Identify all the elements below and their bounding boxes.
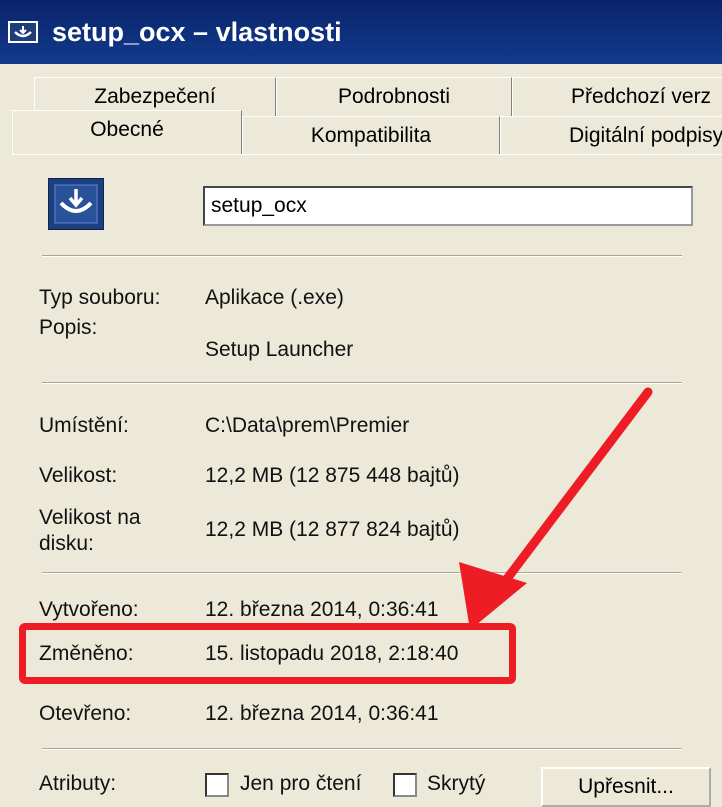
tab-general[interactable]: Obecné (12, 110, 242, 154)
tab-panel-border (12, 154, 722, 157)
